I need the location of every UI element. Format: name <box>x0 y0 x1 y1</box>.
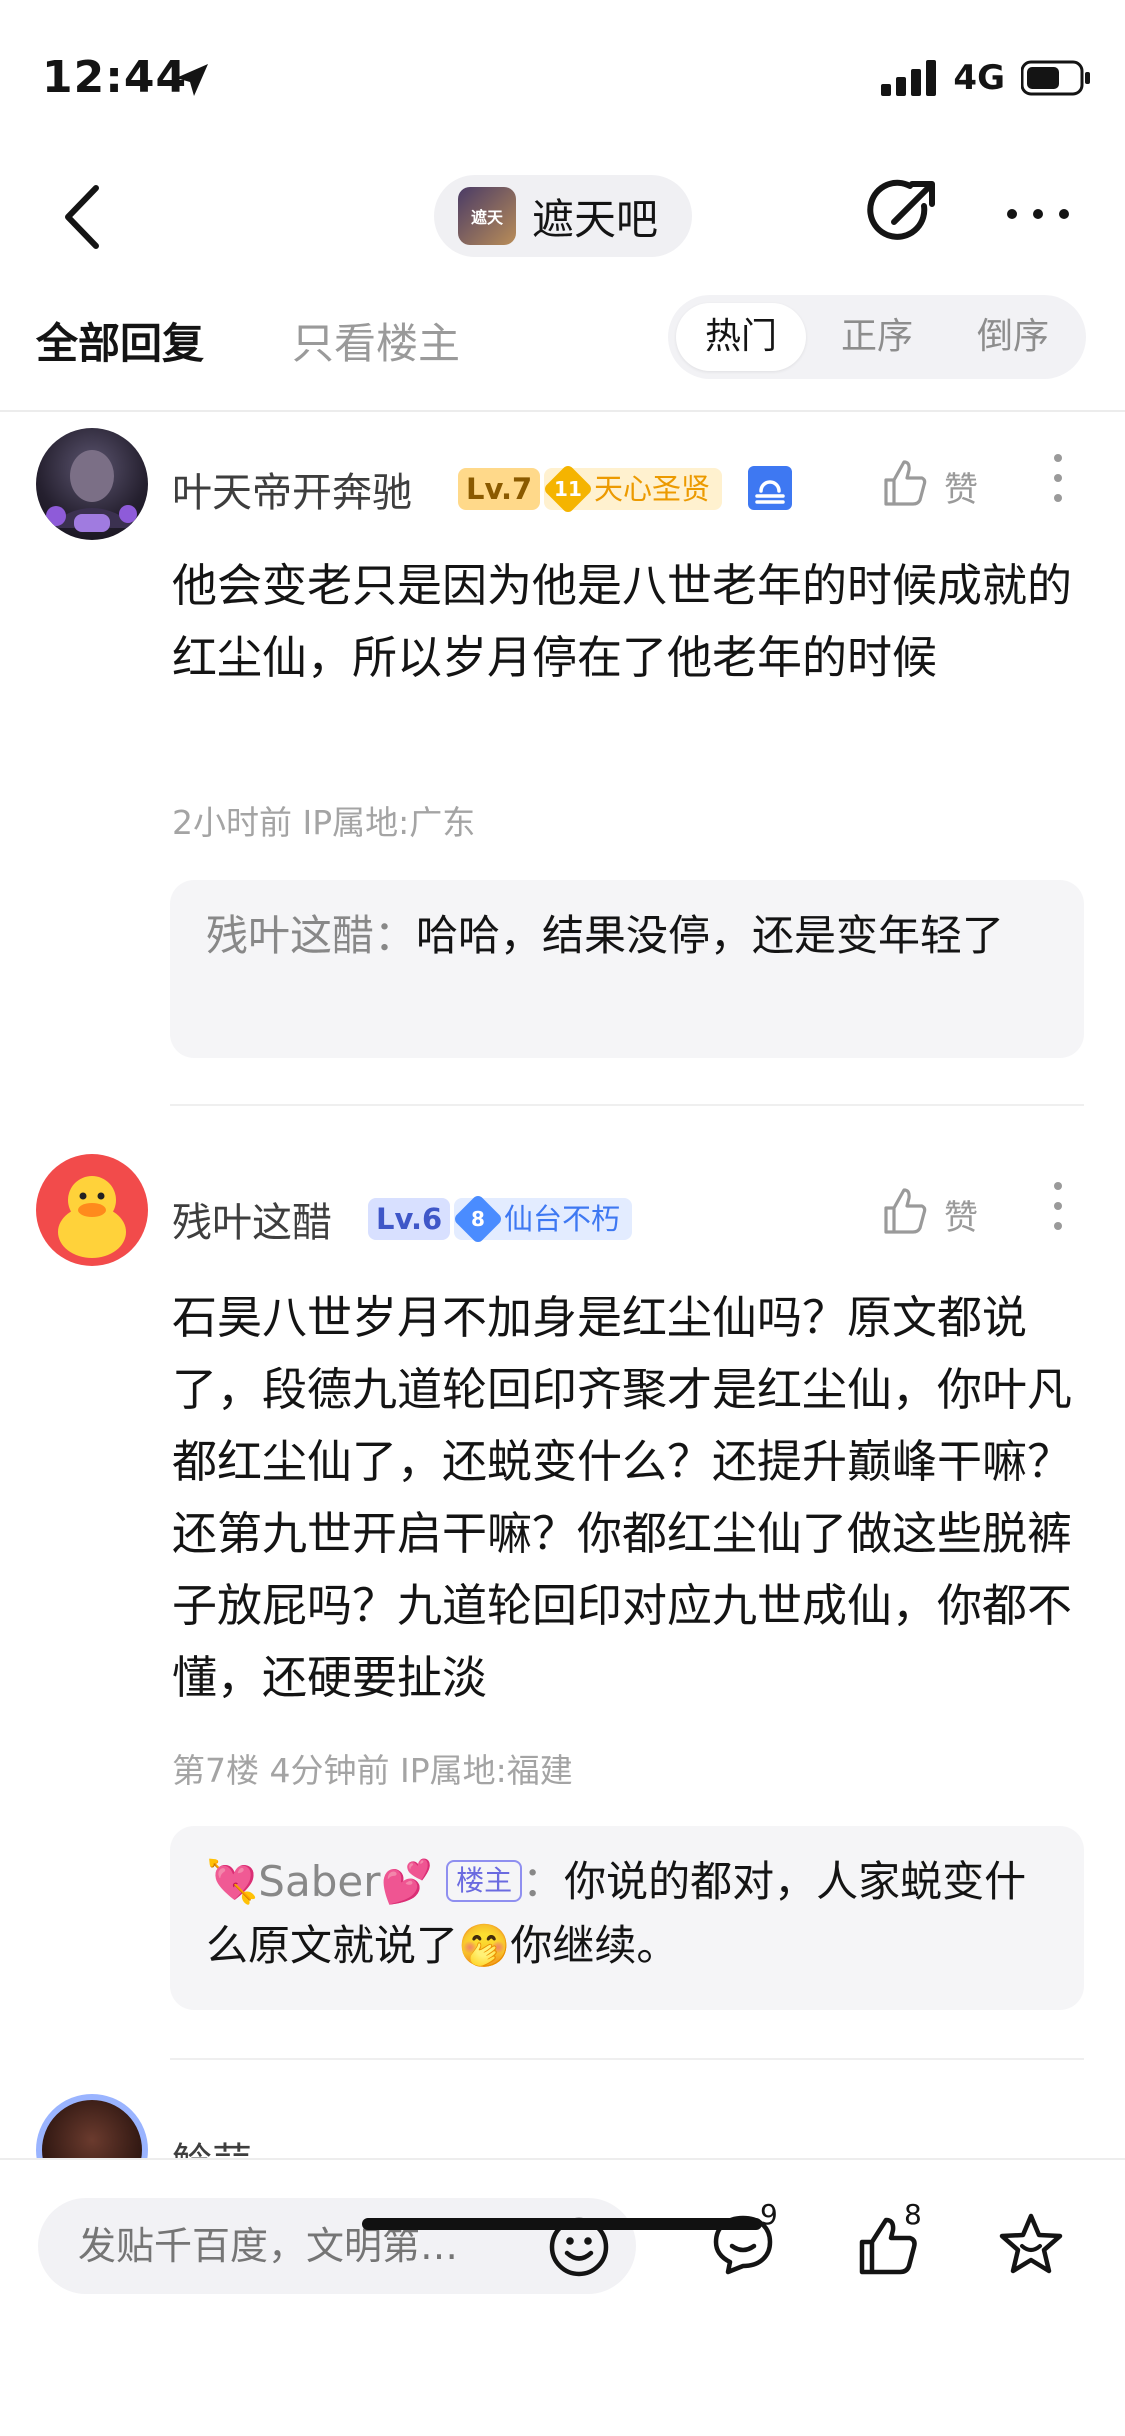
giggle-emoji: 🤭 <box>458 1921 511 1970</box>
comment-text: 他会变老只是因为他是八世老年的时候成就的红尘仙，所以岁月停在了他老年的时候 <box>172 559 1073 684</box>
level-badge: Lv.7 <box>458 468 541 510</box>
reply-box[interactable]: 💘Saber💕 楼主 ：你说的都对，人家蜕变什么原文就说了🤭你继续。 <box>170 1826 1084 2010</box>
comment-meta: 第7楼 4分钟前 IP属地:福建 <box>172 1751 573 1790</box>
comment-divider <box>170 1104 1084 1106</box>
comment-more-icon[interactable] <box>1048 448 1068 508</box>
sort-hot[interactable]: 热门 <box>676 303 806 371</box>
more-icon[interactable] <box>1004 206 1072 222</box>
sort-descending[interactable]: 倒序 <box>948 303 1078 371</box>
tab-op-only[interactable]: 只看楼主 <box>292 310 460 371</box>
avatar[interactable] <box>36 428 148 540</box>
reply-author[interactable]: 残叶这醋 <box>206 911 374 960</box>
reply-text: 💘Saber💕 楼主 ：你说的都对，人家蜕变什么原文就说了🤭你继续。 <box>206 1857 1027 1970</box>
share-icon[interactable] <box>866 176 940 250</box>
title-badge: 8 仙台不朽 <box>452 1193 633 1245</box>
username[interactable]: 残叶这醋 <box>172 1190 332 1248</box>
reply-input-pill[interactable] <box>38 2198 636 2294</box>
libra-zodiac-icon <box>748 466 792 510</box>
tab-all-replies[interactable]: 全部回复 <box>36 310 204 371</box>
forum-avatar: 遮天 <box>458 187 516 245</box>
duck-avatar-icon <box>58 1176 126 1258</box>
op-tag: 楼主 <box>446 1860 523 1902</box>
username[interactable]: 叶天帝开奔驰 <box>172 460 412 518</box>
reply-input[interactable] <box>78 2198 548 2294</box>
tabs-divider <box>0 410 1125 412</box>
comment-count: 9 <box>760 2198 778 2231</box>
comment-text: 石昊八世岁月不加身是红尘仙吗？原文都说了，段德九道轮回印齐聚才是红尘仙，你叶凡都… <box>172 1291 1073 1704</box>
reply-box[interactable]: 残叶这醋：哈哈，结果没停，还是变年轻了 <box>170 880 1084 1058</box>
level-badge: Lv.6 <box>368 1198 451 1240</box>
like-thumb-icon[interactable] <box>882 1186 928 1236</box>
comment-divider <box>170 2058 1084 2060</box>
heart-arrow-emoji: 💘 <box>206 1857 259 1906</box>
battery-icon <box>1021 60 1090 96</box>
title-badge: 11 天心圣贤 <box>542 463 723 515</box>
comment-meta: 2小时前 IP属地:广东 <box>172 803 476 842</box>
like-count: 8 <box>904 2198 922 2231</box>
like-thumb-icon[interactable] <box>882 458 928 508</box>
avatar[interactable] <box>36 1154 148 1266</box>
forum-pill[interactable]: 遮天 遮天吧 <box>434 175 692 257</box>
sort-segmented-control: 热门 正序 倒序 <box>668 295 1086 379</box>
bottom-bar: 9 8 <box>0 2158 1125 2436</box>
avatar-art <box>46 450 138 532</box>
reply-text: 残叶这醋：哈哈，结果没停，还是变年轻了 <box>206 911 1005 960</box>
like-label[interactable]: 赞 <box>944 462 978 511</box>
network-type: 4G <box>953 58 1005 98</box>
back-icon[interactable] <box>60 182 106 252</box>
status-time: 12:44 <box>42 52 188 103</box>
reply-author[interactable]: Saber <box>258 1857 380 1906</box>
sort-ascending[interactable]: 正序 <box>812 303 942 371</box>
home-indicator <box>362 2218 762 2230</box>
favorite-star-icon[interactable] <box>996 2210 1066 2280</box>
location-arrow-icon <box>176 64 208 96</box>
cellular-signal-icon <box>881 60 937 96</box>
diamond-badge-icon: 11 <box>542 463 594 515</box>
like-label[interactable]: 赞 <box>944 1190 978 1239</box>
hearts-emoji: 💕 <box>380 1857 433 1906</box>
comment-more-icon[interactable] <box>1048 1176 1068 1236</box>
diamond-badge-icon: 8 <box>452 1193 504 1245</box>
forum-name: 遮天吧 <box>532 194 659 244</box>
status-indicators: 4G <box>881 58 1091 98</box>
